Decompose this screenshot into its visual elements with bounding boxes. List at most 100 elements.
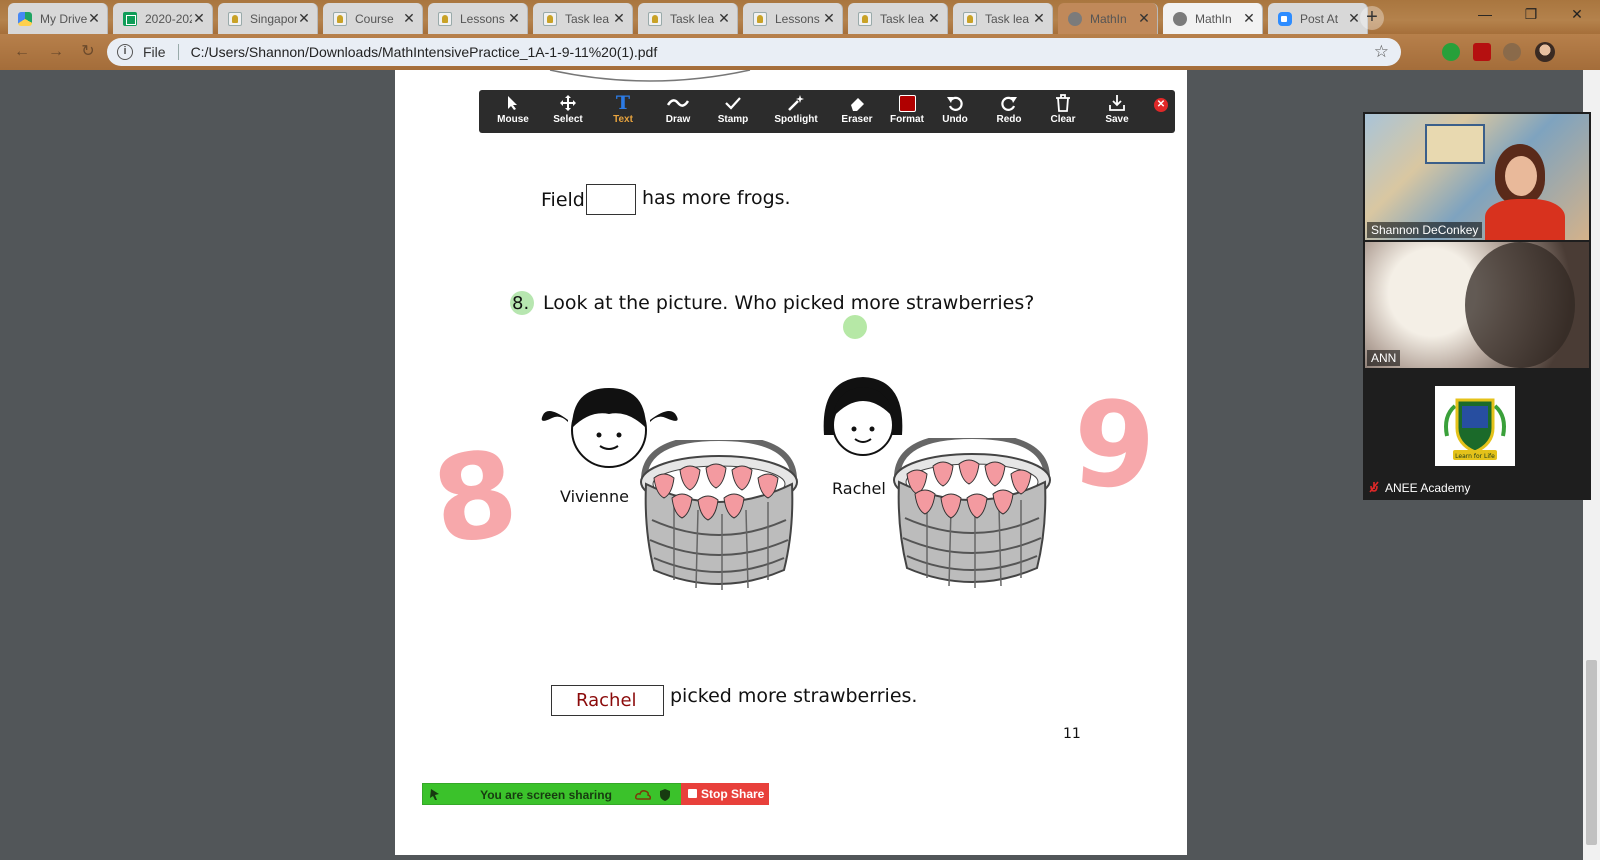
tab-task-learning[interactable]: Task lea ✕: [533, 3, 633, 34]
tool-spotlight[interactable]: Spotlight: [769, 92, 823, 132]
participant-face: [1505, 156, 1537, 196]
close-icon[interactable]: ✕: [1137, 10, 1151, 27]
basket-rachel: [893, 438, 1051, 588]
scrollbar-thumb[interactable]: [1586, 660, 1597, 845]
drag-handle-icon[interactable]: [429, 788, 441, 801]
tab-singapore[interactable]: Singapore✕: [218, 3, 318, 34]
participant-tile-anee-academy[interactable]: Learn for Life ANEE Academy: [1365, 372, 1589, 498]
address-toolbar: ← → ↻ i File C:/Users/Shannon/Downloads/…: [0, 34, 1600, 70]
frogs-answer-box[interactable]: [586, 184, 636, 215]
info-icon[interactable]: i: [117, 44, 133, 60]
tab-math-intensive-active[interactable]: MathIn ✕: [1163, 3, 1263, 34]
tool-undo[interactable]: Undo: [928, 92, 982, 132]
course-icon: [333, 11, 347, 26]
close-icon[interactable]: ✕: [192, 10, 206, 27]
answer-text[interactable]: Rachel: [576, 690, 637, 711]
drawn-count-rachel: 9: [1068, 373, 1160, 517]
tab-sheets[interactable]: 2020-2021✕: [113, 3, 213, 34]
scheme-label: File: [143, 44, 166, 60]
close-icon[interactable]: ✕: [1242, 10, 1256, 27]
google-sheets-icon: [123, 11, 137, 26]
extension-green-icon[interactable]: [1442, 43, 1460, 61]
tab-my-drive[interactable]: My Drive ✕: [8, 3, 108, 34]
close-icon[interactable]: ✕: [1347, 10, 1361, 27]
close-icon[interactable]: ✕: [717, 10, 731, 27]
minimize-icon[interactable]: —: [1462, 0, 1508, 30]
profile-avatar[interactable]: [1535, 42, 1555, 62]
ublock-icon[interactable]: [1473, 43, 1491, 61]
screen-share-bar: You are screen sharing Stop Share: [422, 783, 769, 805]
close-icon[interactable]: ✕: [297, 10, 311, 27]
tab-task-learning[interactable]: Task lea ✕: [848, 3, 948, 34]
tool-label: Clear: [1050, 114, 1076, 125]
window-close-icon[interactable]: ✕: [1554, 0, 1600, 30]
close-icon[interactable]: ✕: [402, 10, 416, 27]
muted-mic-icon: [1369, 481, 1379, 493]
sharing-status: You are screen sharing: [480, 788, 612, 802]
tab-label: Lessons: [460, 11, 505, 26]
forward-icon[interactable]: →: [46, 42, 66, 62]
tool-clear[interactable]: Clear: [1036, 92, 1090, 132]
course-icon: [963, 11, 977, 26]
annotation-toolbar: Mouse Select T Text Draw Stamp Spotlight…: [479, 90, 1175, 133]
tool-save[interactable]: Save: [1090, 92, 1144, 132]
close-icon[interactable]: ✕: [1032, 10, 1046, 27]
tab-label: Task lea: [880, 11, 925, 26]
course-icon: [648, 11, 662, 26]
address-bar[interactable]: i File C:/Users/Shannon/Downloads/MathIn…: [107, 38, 1401, 66]
close-icon[interactable]: ✕: [507, 10, 521, 27]
close-icon[interactable]: ✕: [927, 10, 941, 27]
back-icon[interactable]: ←: [12, 42, 32, 62]
participant-name: Shannon DeConkey: [1367, 222, 1483, 238]
close-annotation-icon[interactable]: ✕: [1154, 98, 1168, 112]
browser-tab-strip: My Drive✕ 2020-2021✕ Singapore✕ Course✕ …: [0, 0, 1600, 34]
new-tab-button[interactable]: +: [1360, 6, 1384, 30]
tab-lessons[interactable]: Lessons ✕: [743, 3, 843, 34]
stop-share-button[interactable]: Stop Share: [681, 783, 769, 805]
magic-wand-icon: [788, 95, 804, 111]
participant-tile-shannon[interactable]: Shannon DeConkey: [1365, 114, 1589, 240]
tool-label: Save: [1105, 114, 1129, 125]
tool-label: Mouse: [497, 114, 529, 125]
course-icon: [438, 11, 452, 26]
tool-label: Format: [890, 114, 924, 125]
tab-lessons[interactable]: Lessons ✕: [428, 3, 528, 34]
tab-task-learning[interactable]: Task lea ✕: [953, 3, 1053, 34]
participant-tile-ann[interactable]: ANN: [1365, 242, 1589, 368]
tool-mouse[interactable]: Mouse: [486, 92, 540, 132]
url-text[interactable]: C:/Users/Shannon/Downloads/MathIntensive…: [191, 44, 658, 60]
tab-math-intensive[interactable]: MathIn ✕: [1058, 3, 1158, 34]
reload-icon[interactable]: ↻: [78, 42, 98, 62]
stop-share-label: Stop Share: [701, 787, 765, 801]
tab-label: My Drive: [40, 11, 87, 26]
tool-stamp[interactable]: Stamp: [706, 92, 760, 132]
globe-icon: [1068, 11, 1082, 26]
tab-post-attendee[interactable]: Post At ✕: [1268, 3, 1368, 34]
tab-label: MathIn: [1195, 11, 1232, 26]
close-icon[interactable]: ✕: [87, 10, 101, 27]
close-icon[interactable]: ✕: [612, 10, 626, 27]
tool-select[interactable]: Select: [541, 92, 595, 132]
extensions-puzzle-icon[interactable]: [1503, 43, 1521, 61]
tab-label: Task lea: [565, 11, 610, 26]
tab-label: Course: [355, 11, 394, 26]
basket-vivienne: [640, 440, 798, 590]
bookmark-star-icon[interactable]: ☆: [1374, 42, 1389, 62]
tool-format[interactable]: Format: [880, 92, 934, 132]
tool-draw[interactable]: Draw: [651, 92, 705, 132]
course-icon: [753, 11, 767, 26]
tab-task-learning[interactable]: Task lea ✕: [638, 3, 738, 34]
tab-label: Task lea: [985, 11, 1030, 26]
participant-shirt: [1485, 199, 1565, 240]
checkmark-icon: [725, 97, 741, 110]
tool-eraser[interactable]: Eraser: [830, 92, 884, 132]
restore-icon[interactable]: ❐: [1508, 0, 1554, 30]
tool-text[interactable]: T Text: [596, 92, 650, 132]
course-icon: [543, 11, 557, 26]
download-icon: [1109, 95, 1125, 111]
tool-redo[interactable]: Redo: [982, 92, 1036, 132]
close-icon[interactable]: ✕: [822, 10, 836, 27]
tab-course[interactable]: Course ✕: [323, 3, 423, 34]
question-text: Look at the picture. Who picked more str…: [543, 292, 1035, 314]
participant-blurred-figure: [1465, 242, 1575, 368]
